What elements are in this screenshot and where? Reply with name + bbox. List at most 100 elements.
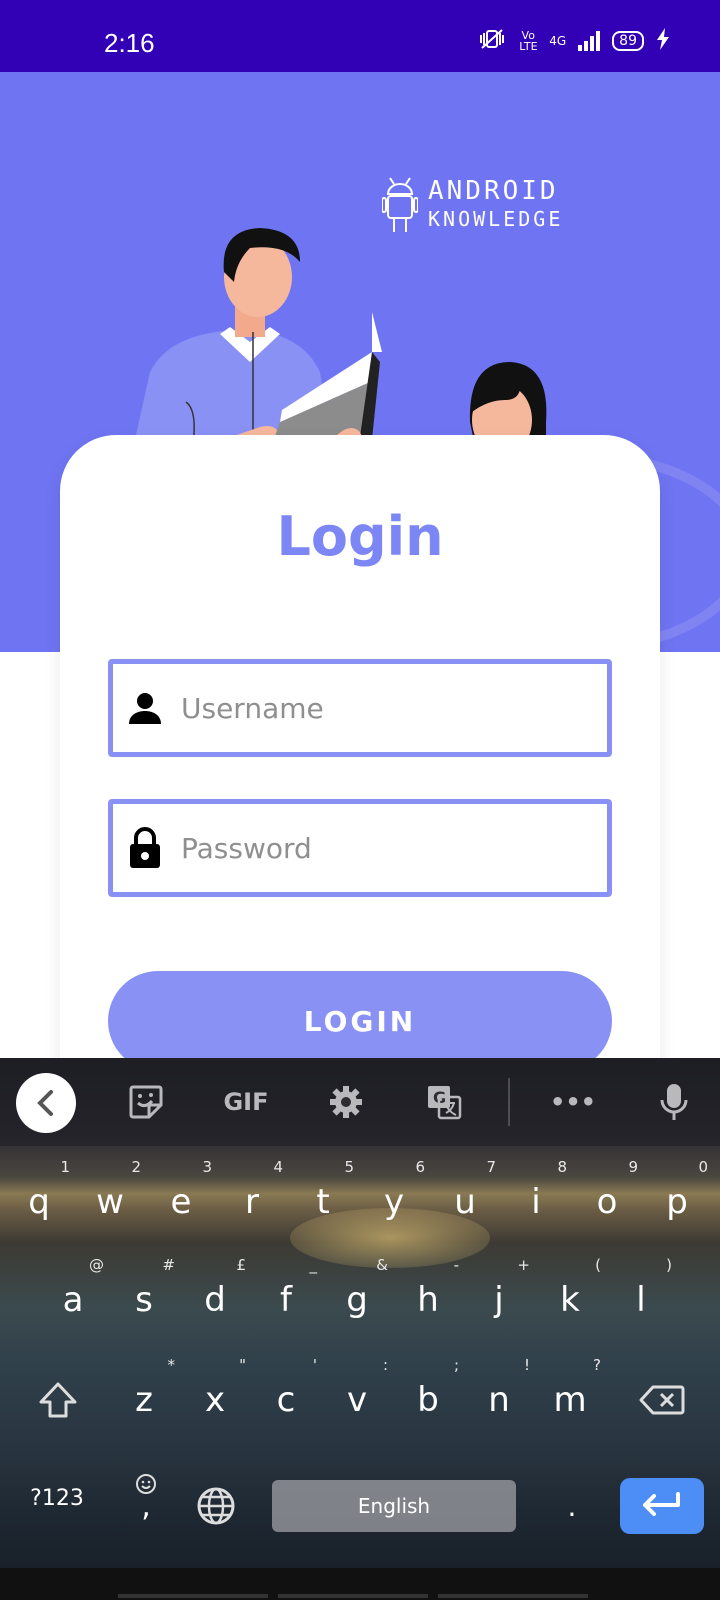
emoji-comma-key[interactable]: , [122, 1453, 170, 1539]
more-options-button[interactable]: ••• [548, 1080, 598, 1124]
key-p[interactable]: p0 [642, 1158, 712, 1242]
key-label: o [596, 1182, 618, 1222]
chevron-left-icon [37, 1090, 53, 1116]
brand-line1: ANDROID [428, 176, 559, 206]
key-hint: 6 [415, 1158, 425, 1176]
lock-icon [117, 820, 173, 876]
key-hint: ) [666, 1256, 672, 1274]
key-h[interactable]: h- [393, 1256, 463, 1340]
key-hint: ( [595, 1256, 601, 1274]
battery-icon: 89 [612, 31, 644, 51]
language-key[interactable] [192, 1478, 240, 1534]
key-label: n [488, 1380, 510, 1420]
key-label: m [553, 1380, 587, 1420]
gif-button[interactable]: GIF [218, 1080, 274, 1124]
vibrate-mute-icon [477, 28, 507, 54]
keyboard-toolbar: GIF G ••• [0, 1058, 720, 1146]
enter-key[interactable] [620, 1478, 704, 1534]
key-hint: 8 [557, 1158, 567, 1176]
key-z[interactable]: z * [109, 1356, 179, 1440]
key-c[interactable]: c ' [251, 1356, 321, 1440]
signal-icon [578, 31, 601, 51]
key-label: x [204, 1380, 226, 1420]
toolbar-divider [508, 1078, 510, 1126]
sticker-icon [129, 1085, 163, 1119]
volte-icon: Vo LTE [519, 29, 538, 53]
key-hint: # [162, 1256, 175, 1274]
key-label: s [135, 1280, 153, 1320]
password-input[interactable] [173, 804, 607, 892]
key-s[interactable]: s # [109, 1256, 179, 1340]
nav-indicator [438, 1594, 588, 1598]
key-label: g [346, 1280, 368, 1320]
key-hint: 0 [698, 1158, 708, 1176]
username-input[interactable] [173, 664, 607, 752]
key-r[interactable]: r4 [217, 1158, 287, 1242]
key-d[interactable]: d £ [180, 1256, 250, 1340]
settings-button[interactable] [326, 1080, 366, 1124]
key-label: d [204, 1280, 226, 1320]
key-hint: _ [309, 1256, 318, 1274]
key-m[interactable]: m? [535, 1356, 605, 1440]
username-field[interactable] [108, 659, 612, 757]
key-f[interactable]: f _ [251, 1256, 321, 1340]
key-hint: @ [89, 1256, 104, 1274]
enter-arrow-icon [643, 1492, 680, 1516]
nav-indicator [278, 1594, 428, 1598]
key-label: f [280, 1280, 292, 1320]
login-button[interactable]: LOGIN [108, 971, 612, 1071]
key-e[interactable]: e3 [146, 1158, 216, 1242]
key-j[interactable]: j + [464, 1256, 534, 1340]
key-label: l [636, 1280, 646, 1320]
space-bar[interactable]: English [272, 1480, 516, 1532]
keyboard-back-button[interactable] [16, 1073, 76, 1133]
key-hint: 9 [628, 1158, 638, 1176]
key-label: t [316, 1182, 330, 1222]
key-y[interactable]: y6 [359, 1158, 429, 1242]
key-b[interactable]: b; [393, 1356, 463, 1440]
status-icons: Vo LTE 4G 89 [477, 28, 670, 54]
key-hint: 1 [60, 1158, 70, 1176]
key-label: z [135, 1380, 153, 1420]
key-i[interactable]: i8 [501, 1158, 571, 1242]
key-n[interactable]: n! [464, 1356, 534, 1440]
key-w[interactable]: w2 [75, 1158, 145, 1242]
key-o[interactable]: o9 [572, 1158, 642, 1242]
globe-icon [197, 1487, 235, 1525]
shift-key[interactable] [28, 1360, 88, 1440]
key-label: w [96, 1182, 124, 1222]
soft-keyboard: GIF G ••• q1 w2 e3 r4 t5 y6 u7 i8 o9 p0 … [0, 1058, 720, 1600]
key-label: a [62, 1280, 84, 1320]
key-label: y [383, 1182, 405, 1222]
key-l[interactable]: l) [606, 1256, 676, 1340]
key-a[interactable]: a @ [38, 1256, 108, 1340]
network-label: 4G [549, 34, 567, 48]
voice-input-button[interactable] [656, 1080, 692, 1124]
key-k[interactable]: k( [535, 1256, 605, 1340]
key-label: p [666, 1182, 688, 1222]
key-hint: & [376, 1256, 388, 1274]
key-label: c [276, 1380, 296, 1420]
key-v[interactable]: v: [322, 1356, 392, 1440]
password-field[interactable] [108, 799, 612, 897]
key-t[interactable]: t5 [288, 1158, 358, 1242]
key-hint: ? [593, 1356, 601, 1374]
symbols-key[interactable]: ?123 [22, 1458, 92, 1538]
key-g[interactable]: g & [322, 1256, 392, 1340]
key-hint: 7 [486, 1158, 496, 1176]
key-x[interactable]: x " [180, 1356, 250, 1440]
key-hint: £ [236, 1256, 246, 1274]
period-key[interactable]: . [548, 1478, 596, 1534]
sticker-button[interactable] [126, 1080, 166, 1124]
backspace-key[interactable] [632, 1360, 692, 1440]
charging-icon [656, 28, 670, 54]
person-icon [117, 680, 173, 736]
status-time: 2:16 [104, 28, 155, 58]
key-u[interactable]: u7 [430, 1158, 500, 1242]
key-q[interactable]: q1 [4, 1158, 74, 1242]
key-label: v [346, 1380, 368, 1420]
key-label: j [494, 1280, 504, 1320]
key-hint: : [382, 1356, 388, 1374]
key-label: e [170, 1182, 192, 1222]
translate-button[interactable]: G [424, 1080, 464, 1124]
